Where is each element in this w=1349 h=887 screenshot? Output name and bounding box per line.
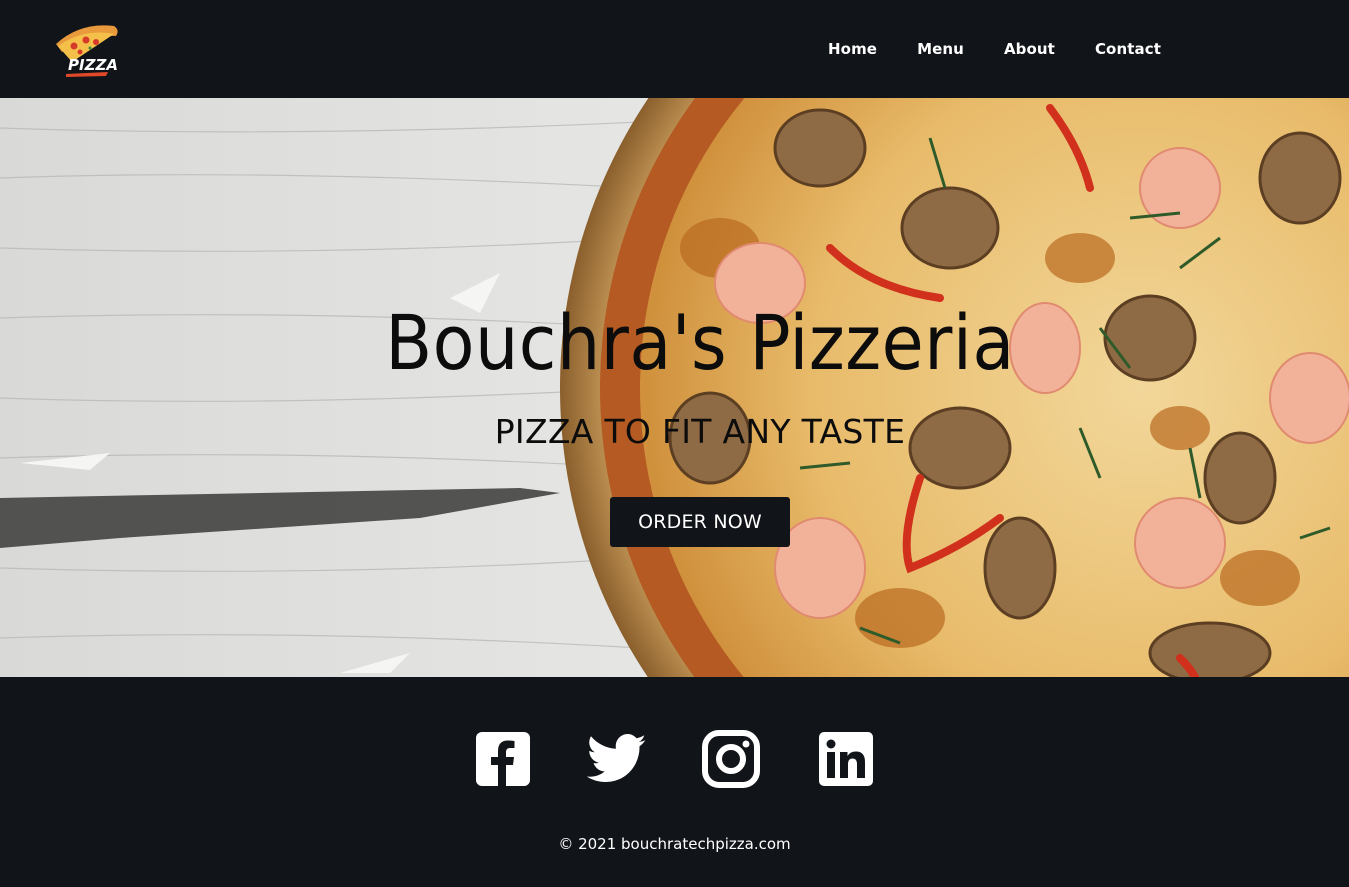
instagram-icon	[702, 730, 760, 788]
linkedin-link[interactable]	[816, 729, 876, 789]
pizza-logo[interactable]: PIZZA	[50, 18, 122, 78]
twitter-link[interactable]	[587, 729, 647, 789]
linkedin-icon	[819, 732, 873, 786]
nav-contact-link[interactable]: Contact	[1075, 40, 1181, 58]
instagram-link[interactable]	[701, 729, 761, 789]
site-header: PIZZA Home Menu About Contact	[0, 0, 1349, 98]
hero-title: Bouchra's Pizzeria	[385, 298, 1015, 387]
nav-about-link[interactable]: About	[984, 40, 1075, 58]
facebook-link[interactable]	[473, 729, 533, 789]
hero-subtitle: PIZZA TO FIT ANY TASTE	[494, 412, 906, 451]
site-footer: © 2021 bouchratechpizza.com	[0, 677, 1349, 887]
order-now-button[interactable]: ORDER NOW	[610, 497, 790, 547]
twitter-icon	[587, 734, 646, 782]
main-nav: Home Menu About Contact	[808, 0, 1181, 98]
nav-menu-link[interactable]: Menu	[897, 40, 984, 58]
social-links	[0, 729, 1349, 789]
facebook-icon	[476, 732, 530, 786]
hero-content: Bouchra's Pizzeria PIZZA TO FIT ANY TAST…	[0, 98, 1349, 677]
hero-section: Bouchra's Pizzeria PIZZA TO FIT ANY TAST…	[0, 98, 1349, 677]
nav-home-link[interactable]: Home	[808, 40, 897, 58]
pizza-logo-icon: PIZZA	[56, 25, 118, 77]
copyright-text: © 2021 bouchratechpizza.com	[558, 835, 791, 853]
logo-text: PIZZA	[68, 56, 118, 74]
